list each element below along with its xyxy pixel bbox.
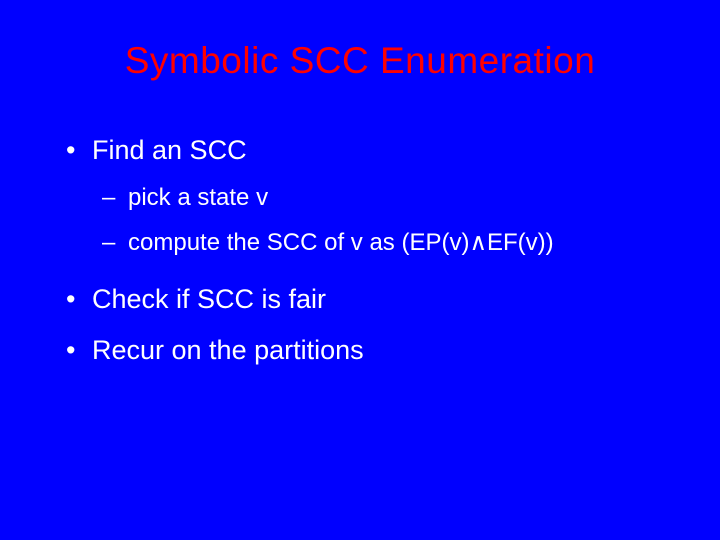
bullet-item: Find an SCC: [60, 132, 660, 168]
sub-bullet-item: pick a state v: [60, 182, 660, 214]
bullet-text: Check if SCC is fair: [92, 284, 326, 314]
bullet-text: pick a state v: [128, 184, 268, 211]
bullet-text: Find an SCC: [92, 135, 247, 165]
bullet-item: Recur on the partitions: [60, 332, 660, 368]
sub-bullet-item: compute the SCC of v as (EP(v)∧EF(v)): [60, 227, 660, 259]
slide: Symbolic SCC Enumeration Find an SCC pic…: [0, 0, 720, 540]
slide-title: Symbolic SCC Enumeration: [60, 40, 660, 82]
bullet-text: Recur on the partitions: [92, 335, 364, 365]
bullet-item: Check if SCC is fair: [60, 281, 660, 317]
spacer: [60, 271, 660, 281]
bullet-text: compute the SCC of v as (EP(v)∧EF(v)): [128, 229, 554, 256]
